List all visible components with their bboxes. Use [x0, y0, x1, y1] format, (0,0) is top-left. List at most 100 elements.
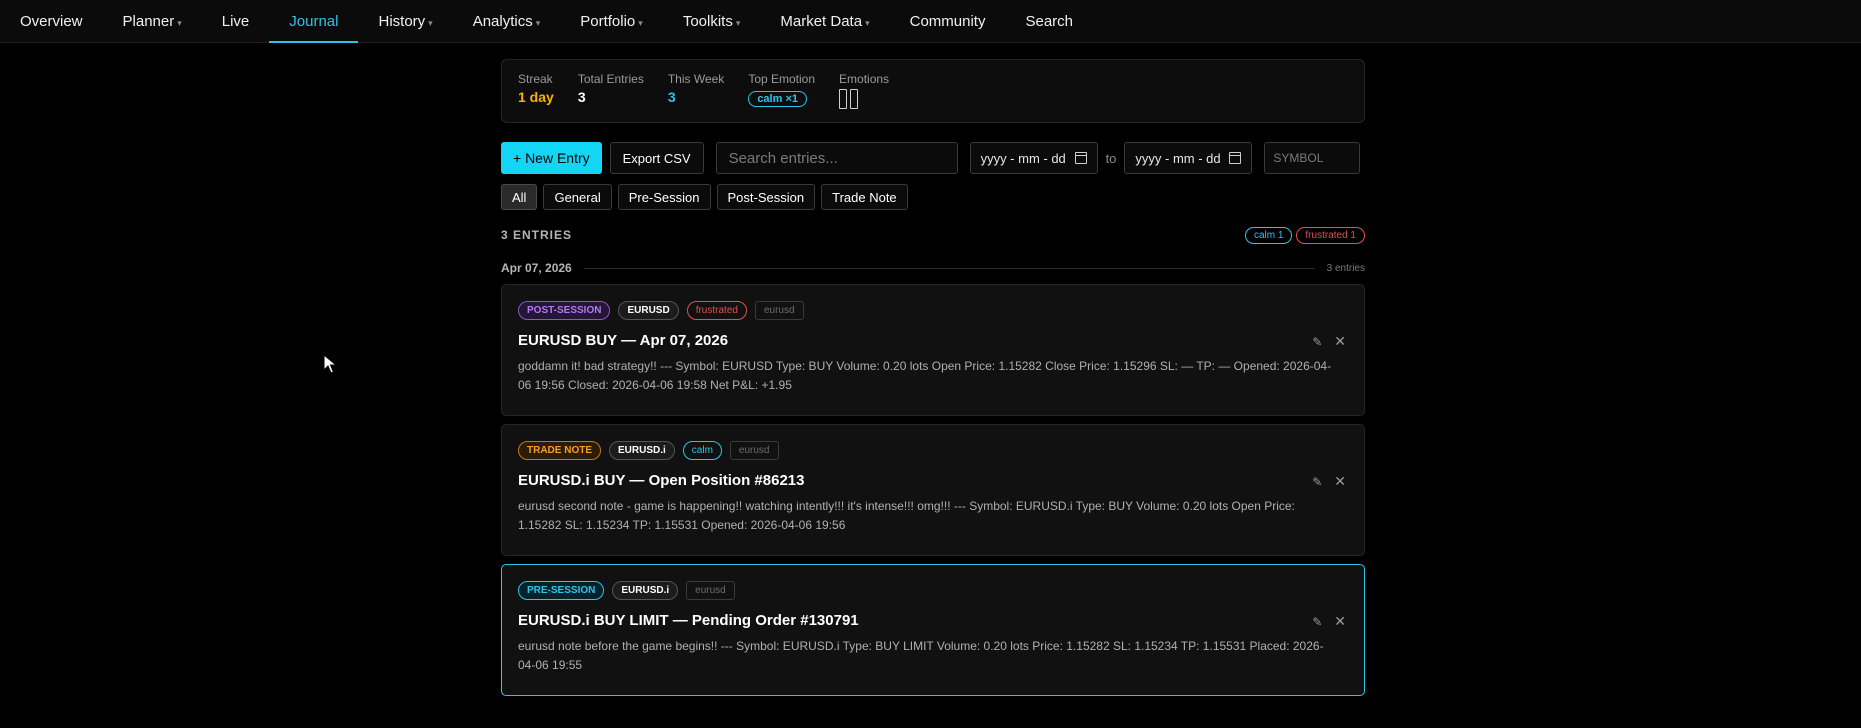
entries-count: 3 ENTRIES: [501, 228, 573, 242]
nav-overview[interactable]: Overview: [0, 0, 103, 42]
nav-planner[interactable]: Planner ▾: [103, 0, 202, 42]
nav-label: Search: [1025, 12, 1073, 30]
stat-label: Streak: [518, 72, 553, 86]
date-group-header: Apr 07, 2026 3 entries: [501, 260, 1365, 276]
filter-pre-session[interactable]: Pre-Session: [617, 184, 711, 210]
emotion-summary: calm 1 frustrated 1: [1244, 226, 1365, 244]
stat-this-week: This Week 3: [668, 72, 724, 105]
nav-analytics[interactable]: Analytics ▾: [453, 0, 561, 42]
entry-title: EURUSD.i BUY LIMIT — Pending Order #1307…: [518, 612, 859, 629]
calendar-icon[interactable]: [1229, 152, 1242, 164]
journal-entry-card[interactable]: POST-SESSION EURUSD frustrated eurusd EU…: [501, 284, 1365, 416]
entry-type-badge: PRE-SESSION: [518, 581, 605, 600]
total-entries-value: 3: [577, 89, 586, 105]
filter-all[interactable]: All: [501, 184, 538, 210]
streak-value: 1 day: [518, 89, 554, 105]
entry-actions: ✎ ✕: [1312, 473, 1346, 490]
top-emotion-badge: calm ×1: [748, 91, 807, 107]
mouse-cursor-icon: [323, 354, 337, 374]
entry-type-badge: POST-SESSION: [518, 301, 611, 320]
emotion-chip-frustrated[interactable]: frustrated 1: [1296, 226, 1365, 244]
nav-label: Community: [909, 12, 986, 30]
nav-label: Analytics: [472, 12, 533, 30]
stat-label: This Week: [667, 72, 725, 86]
symbol-badge: EURUSD.i: [612, 581, 679, 600]
date-group-label: Apr 07, 2026: [501, 261, 572, 275]
entry-title: EURUSD BUY — Apr 07, 2026: [518, 332, 729, 349]
entry-body: eurusd note before the game begins!! ---…: [518, 639, 1324, 672]
top-nav: Overview Planner ▾ Live Journal History ▾ …: [0, 0, 1861, 43]
nav-label: Overview: [20, 12, 83, 30]
delete-icon[interactable]: ✕: [1334, 333, 1346, 350]
nav-label: Journal: [289, 12, 339, 30]
tag-badge: eurusd: [754, 301, 804, 320]
nav-market-data[interactable]: Market Data ▾: [760, 0, 889, 42]
entry-tags: POST-SESSION EURUSD frustrated eurusd: [518, 285, 1348, 320]
divider: [583, 267, 1315, 269]
nav-search[interactable]: Search: [1005, 0, 1093, 42]
filter-general[interactable]: General: [543, 184, 612, 210]
stat-total-entries: Total Entries 3: [578, 72, 644, 105]
filter-post-session[interactable]: Post-Session: [716, 184, 816, 210]
symbol-badge: EURUSD.i: [609, 441, 675, 460]
journal-toolbar: + New Entry Export CSV yyyy - mm - dd to…: [501, 142, 1365, 174]
entry-tags: PRE-SESSION EURUSD.i eurusd: [518, 565, 1348, 600]
dropdown-caret-icon: ▾: [535, 17, 541, 28]
tag-badge: eurusd: [686, 581, 735, 600]
date-from-input[interactable]: yyyy - mm - dd: [969, 142, 1098, 174]
emotion-bar: [850, 89, 859, 109]
dropdown-caret-icon: ▾: [177, 17, 182, 28]
nav-label: Portfolio: [580, 12, 636, 30]
export-csv-button[interactable]: Export CSV: [609, 142, 704, 174]
entry-tags: TRADE NOTE EURUSD.i calm eurusd: [518, 425, 1348, 460]
tag-badge: eurusd: [729, 441, 779, 460]
emotion-badge: frustrated: [686, 301, 747, 320]
date-to-input[interactable]: yyyy - mm - dd: [1124, 142, 1253, 174]
dropdown-caret-icon: ▾: [428, 17, 433, 28]
journal-entry-card-selected[interactable]: PRE-SESSION EURUSD.i eurusd EURUSD.i BUY…: [501, 564, 1365, 696]
emotion-bar: [839, 89, 848, 109]
symbol-input[interactable]: [1264, 142, 1361, 174]
emotion-badge: calm: [682, 441, 722, 460]
symbol-badge: EURUSD: [618, 301, 679, 320]
entry-body: eurusd second note - game is happening!!…: [518, 499, 1295, 532]
entry-actions: ✎ ✕: [1312, 333, 1346, 350]
this-week-value: 3: [667, 89, 676, 105]
entry-type-filters: All General Pre-Session Post-Session Tra…: [501, 184, 1365, 210]
date-range-separator: to: [1105, 150, 1117, 166]
journal-entry-card[interactable]: TRADE NOTE EURUSD.i calm eurusd EURUSD.i…: [501, 424, 1365, 556]
nav-toolkits[interactable]: Toolkits ▾: [663, 0, 761, 42]
search-input[interactable]: [715, 142, 958, 174]
filter-trade-note[interactable]: Trade Note: [821, 184, 908, 210]
entry-body: goddamn it! bad strategy!! --- Symbol: E…: [518, 359, 1332, 392]
journal-main: Streak 1 day Total Entries 3 This Week 3…: [501, 59, 1365, 696]
date-group-count: 3 entries: [1326, 262, 1365, 274]
nav-label: Toolkits: [682, 12, 733, 30]
stat-emotions: Emotions: [839, 72, 889, 109]
date-placeholder: yyyy - mm - dd: [1135, 150, 1221, 166]
nav-label: Planner: [122, 12, 175, 30]
emotion-chip-calm[interactable]: calm 1: [1244, 226, 1293, 244]
nav-label: Market Data: [780, 12, 863, 30]
nav-live[interactable]: Live: [202, 0, 270, 42]
calendar-icon[interactable]: [1074, 152, 1087, 164]
emotions-bar-chart: [839, 89, 889, 109]
stats-panel: Streak 1 day Total Entries 3 This Week 3…: [501, 59, 1365, 123]
nav-community[interactable]: Community: [890, 0, 1006, 42]
delete-icon[interactable]: ✕: [1334, 473, 1346, 490]
edit-icon[interactable]: ✎: [1312, 615, 1322, 629]
new-entry-button[interactable]: + New Entry: [501, 142, 602, 174]
edit-icon[interactable]: ✎: [1312, 475, 1322, 489]
nav-portfolio[interactable]: Portfolio ▾: [560, 0, 663, 42]
stat-label: Emotions: [839, 72, 890, 86]
edit-icon[interactable]: ✎: [1312, 335, 1322, 349]
entry-type-badge: TRADE NOTE: [518, 441, 601, 460]
stat-label: Top Emotion: [748, 72, 816, 86]
delete-icon[interactable]: ✕: [1334, 613, 1346, 630]
nav-journal[interactable]: Journal: [269, 0, 359, 43]
stat-streak: Streak 1 day: [518, 72, 554, 105]
stat-top-emotion: Top Emotion calm ×1: [748, 72, 815, 107]
date-placeholder: yyyy - mm - dd: [980, 150, 1066, 166]
nav-history[interactable]: History ▾: [358, 0, 452, 42]
dropdown-caret-icon: ▾: [735, 17, 741, 28]
